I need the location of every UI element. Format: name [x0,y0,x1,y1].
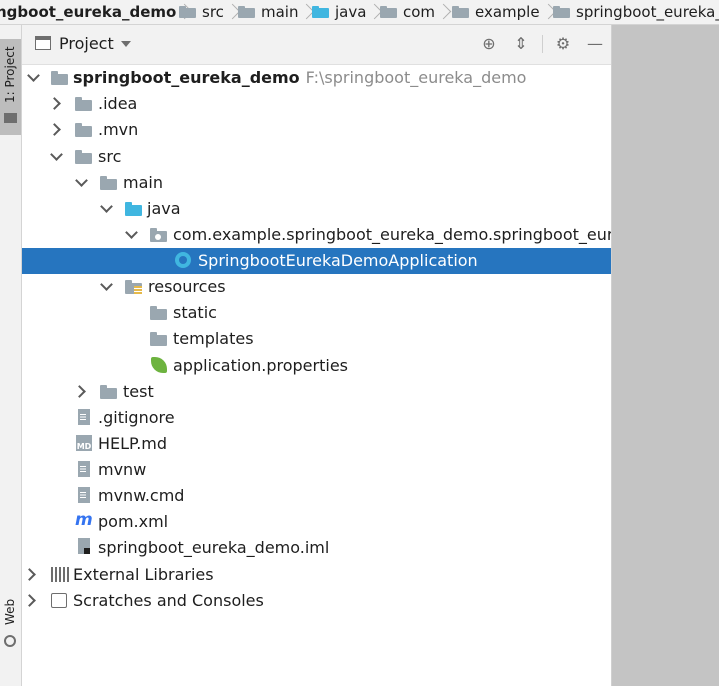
chevron-expanded-icon[interactable] [100,200,113,213]
tree-item-mvn[interactable]: .mvn [22,117,611,143]
breadcrumb: ngboot_eureka_demo src main java com exa… [0,0,719,25]
folder-icon [452,6,469,18]
breadcrumb-item-src[interactable]: src [179,0,238,24]
breadcrumb-separator-icon [230,1,238,23]
breadcrumb-item-com[interactable]: com [380,0,449,24]
tree-item-mvnw[interactable]: mvnw [22,457,611,483]
left-tool-strip: 1: Project Web [0,25,22,686]
text-file-icon [78,487,90,503]
tree-item-gitignore[interactable]: .gitignore [22,405,611,431]
folder-icon [150,332,167,346]
tree-item-root[interactable]: springboot_eureka_demo F:\springboot_eure… [22,65,611,91]
web-globe-icon [4,635,16,647]
tree-item-iml[interactable]: springboot_eureka_demo.iml [22,535,611,561]
chevron-expanded-icon[interactable] [50,148,63,161]
tree-item-idea[interactable]: .idea [22,91,611,117]
folder-icon [238,6,255,18]
project-panel-header: Project ⊕ ⇕ ⚙ — [22,25,611,65]
folder-icon [179,6,196,18]
tab-project[interactable]: 1: Project [0,39,21,135]
tree-item-scratches[interactable]: Scratches and Consoles [22,588,611,614]
source-folder-icon [125,202,142,216]
collapse-icon[interactable]: ⇕ [511,34,531,54]
folder-icon [100,385,117,399]
resources-folder-icon [125,280,142,294]
breadcrumb-item-package[interactable]: springboot_eureka_ [553,0,719,24]
chevron-down-icon[interactable] [121,41,131,47]
gear-icon[interactable]: ⚙ [553,34,573,54]
tree-item-resources[interactable]: resources [22,274,611,300]
library-icon [51,567,69,582]
locate-icon[interactable]: ⊕ [479,34,499,54]
folder-icon [75,123,92,137]
chevron-right-icon[interactable] [48,97,61,110]
tree-item-pom-xml[interactable]: m pom.xml [22,509,611,535]
tree-item-test[interactable]: test [22,379,611,405]
tree-item-src[interactable]: src [22,144,611,170]
tree-item-external-libraries[interactable]: External Libraries [22,562,611,588]
source-folder-icon [312,6,329,18]
breadcrumb-item-example[interactable]: example [452,0,554,24]
breadcrumb-item-java[interactable]: java [312,0,380,24]
breadcrumb-separator-icon [441,1,449,23]
project-panel: Project ⊕ ⇕ ⚙ — springboot_eureka_demo F:… [22,25,650,686]
project-tab-icon [4,113,17,123]
module-folder-icon [51,71,68,85]
folder-icon [75,97,92,111]
folder-icon [100,176,117,190]
tab-web[interactable]: Web [0,595,21,655]
chevron-expanded-icon[interactable] [27,69,40,82]
folder-icon [380,6,397,18]
panel-title: Project [59,34,114,53]
text-file-icon [78,409,90,425]
maven-icon: m [75,510,93,530]
spring-properties-icon [151,357,167,373]
spring-boot-class-icon [175,252,191,268]
project-view-icon [35,36,51,50]
chevron-right-icon[interactable] [23,568,36,581]
scratches-icon [51,593,67,608]
tree-item-application-class[interactable]: SpringbootEurekaDemoApplication [22,248,611,274]
text-file-icon [78,461,90,477]
tree-item-templates[interactable]: templates [22,326,611,352]
chevron-right-icon[interactable] [23,594,36,607]
editor-area [612,25,719,686]
markdown-file-icon: MD [76,435,92,451]
folder-icon [150,306,167,320]
tree-item-mvnw-cmd[interactable]: mvnw.cmd [22,483,611,509]
breadcrumb-item-main[interactable]: main [238,0,312,24]
chevron-right-icon[interactable] [48,123,61,136]
folder-icon [553,6,570,18]
tree-item-java[interactable]: java [22,196,611,222]
chevron-expanded-icon[interactable] [125,226,138,239]
package-icon [150,228,167,242]
toolbar-divider [542,35,543,53]
tree-item-application-properties[interactable]: application.properties [22,353,611,379]
module-file-icon [78,538,90,554]
chevron-expanded-icon[interactable] [100,278,113,291]
chevron-expanded-icon[interactable] [75,174,88,187]
folder-icon [75,150,92,164]
tree-item-static[interactable]: static [22,300,611,326]
tree-item-main[interactable]: main [22,170,611,196]
tree-item-help-md[interactable]: MD HELP.md [22,431,611,457]
minimize-icon[interactable]: — [585,34,605,54]
chevron-right-icon[interactable] [73,385,86,398]
tree-item-package[interactable]: com.example.springboot_eureka_demo.sprin… [22,222,650,248]
breadcrumb-item-project[interactable]: ngboot_eureka_demo [0,0,190,24]
